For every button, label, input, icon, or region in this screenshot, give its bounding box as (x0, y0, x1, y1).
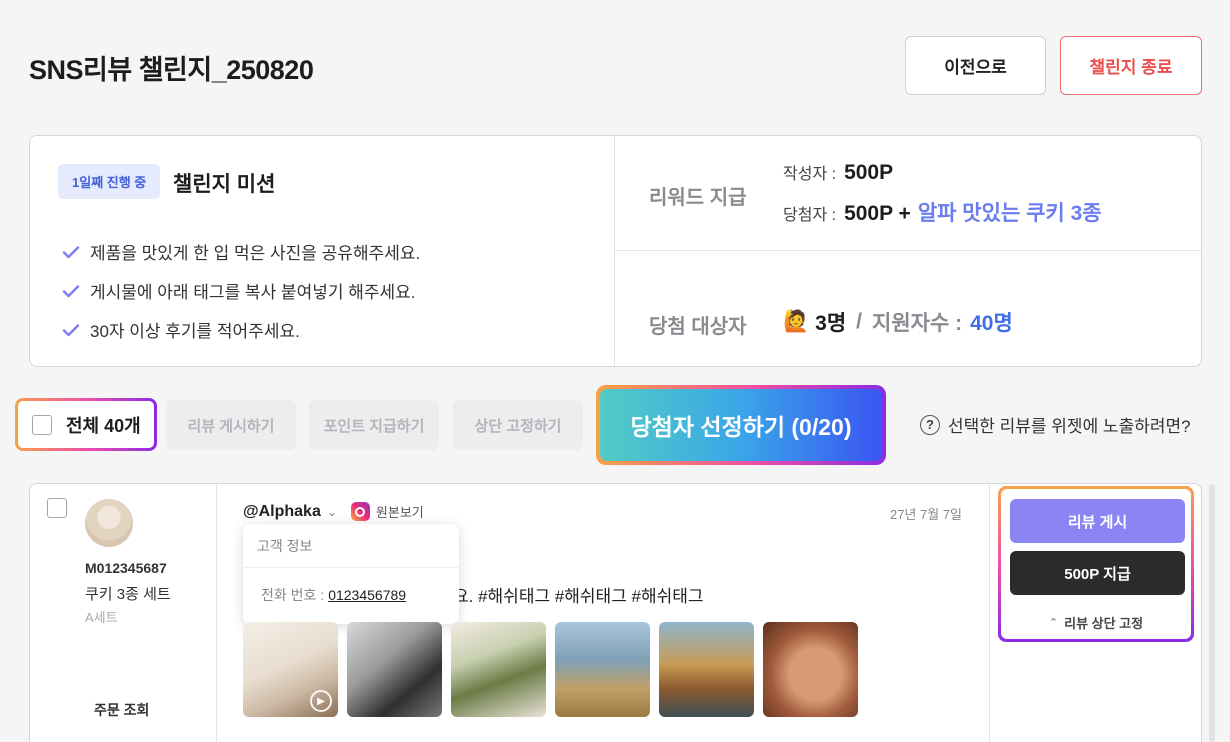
mission-section: 1일째 진행 중 챌린지 미션 제품을 맛있게 한 입 먹은 사진을 공유해주세… (30, 136, 615, 366)
winners-row: 당첨 대상자 🙋 3명 / 지원자수 : 40명 (615, 251, 1201, 366)
mission-item: 30자 이상 후기를 적어주세요. (62, 310, 420, 349)
phone-row: 전화 번호 : 0123456789 (243, 568, 459, 622)
play-icon: ▶ (310, 690, 332, 712)
pay-points-review-button[interactable]: 500P 지급 (1010, 551, 1185, 595)
review-date: 27년 7월 7일 (889, 507, 962, 522)
instagram-icon (350, 502, 370, 521)
review-author[interactable]: @Alphaka ⌄ 원본보기 (243, 502, 424, 521)
reward-row: 리워드 지급 작성자 : 500P 당첨자 : 500P + 알파 맛있는 쿠키… (615, 136, 1201, 251)
pin-top-button[interactable]: 상단 고정하기 (453, 400, 583, 450)
review-photos: ▶ (243, 622, 858, 717)
writer-reward: 작성자 : 500P (783, 160, 893, 185)
order-info: M012345687 쿠키 3종 세트 A세트 주문 조회 (30, 484, 217, 742)
writer-reward-value: 500P (844, 161, 894, 184)
scrollbar[interactable] (1209, 484, 1215, 742)
chevron-down-icon[interactable]: ⌄ (327, 505, 337, 519)
winner-reward-key: 당첨자 : (783, 207, 837, 224)
check-icon (62, 282, 80, 300)
avatar (85, 499, 133, 547)
mission-title: 챌린지 미션 (173, 173, 276, 196)
winner-count: 3명 (815, 312, 847, 335)
review-text: 요. #해쉬태그 #해쉬태그 #해쉬태그 (453, 587, 704, 606)
pay-points-button[interactable]: 포인트 지급하기 (309, 400, 439, 450)
reward-label: 리워드 지급 (649, 187, 747, 209)
select-all-checkbox[interactable] (32, 414, 52, 435)
mission-list: 제품을 맛있게 한 입 먹은 사진을 공유해주세요. 게시물에 아래 태그를 복… (62, 232, 420, 349)
mission-card: 1일째 진행 중 챌린지 미션 제품을 맛있게 한 입 먹은 사진을 공유해주세… (29, 135, 1202, 367)
phone-number[interactable]: 0123456789 (328, 587, 406, 603)
photo-thumbnail[interactable] (763, 622, 858, 717)
review-actions: 리뷰 게시 500P 지급 ⌃ 리뷰 상단 고정 (989, 484, 1201, 742)
widget-help-text: 선택한 리뷰를 위젯에 노출하려면? (948, 417, 1191, 436)
winner-reward-value: 500P + (844, 202, 911, 225)
pin-review-button[interactable]: ⌃ 리뷰 상단 고정 (1001, 613, 1191, 632)
winners-label: 당첨 대상자 (649, 316, 747, 338)
order-id: M012345687 (85, 560, 167, 576)
review-checkbox[interactable] (47, 498, 67, 518)
pin-review-label: 리뷰 상단 고정 (1064, 616, 1144, 631)
post-review-button[interactable]: 리뷰 게시 (1010, 499, 1185, 543)
applicant-count: 40명 (970, 312, 1013, 335)
double-chevron-up-icon: ⌃ (1048, 617, 1059, 629)
view-original-link[interactable]: 원본보기 (376, 502, 424, 521)
applicants-label: 지원자수 : (872, 312, 963, 335)
end-challenge-button[interactable]: 챌린지 종료 (1060, 36, 1202, 95)
pick-winners-button[interactable]: 당첨자 선정하기 (0/20) (600, 389, 882, 461)
winners-summary: 🙋 3명 / 지원자수 : 40명 (783, 307, 1013, 337)
select-all-control[interactable]: 전체 40개 (15, 398, 157, 451)
mission-item-text: 게시물에 아래 태그를 복사 붙여넣기 해주세요. (90, 283, 416, 302)
order-lookup-link[interactable]: 주문 조회 (94, 700, 149, 720)
page-title: SNS리뷰 챌린지_250820 (29, 55, 314, 85)
review-content: @Alphaka ⌄ 원본보기 27년 7월 7일 요. #해쉬태그 #해쉬태그… (217, 484, 989, 742)
popover-title: 고객 정보 (243, 524, 459, 568)
widget-help-link[interactable]: ? 선택한 리뷰를 위젯에 노출하려면? (920, 412, 1191, 437)
question-icon: ? (920, 414, 940, 435)
product-name: 쿠키 3종 세트 (85, 586, 171, 603)
photo-thumbnail[interactable] (451, 622, 546, 717)
raising-hand-icon: 🙋 (783, 310, 810, 333)
separator: / (856, 310, 862, 333)
phone-label: 전화 번호 : (261, 587, 325, 603)
winner-reward-gift: 알파 맛있는 쿠키 3종 (917, 202, 1102, 225)
pick-winners-button-frame[interactable]: 당첨자 선정하기 (0/20) (596, 385, 886, 465)
mission-item-text: 30자 이상 후기를 적어주세요. (90, 322, 300, 341)
back-button[interactable]: 이전으로 (905, 36, 1046, 95)
photo-thumbnail[interactable] (555, 622, 650, 717)
challenge-page: SNS리뷰 챌린지_250820 이전으로 챌린지 종료 1일째 진행 중 챌린… (0, 0, 1230, 742)
customer-info-popover: 고객 정보 전화 번호 : 0123456789 (243, 524, 459, 624)
photo-thumbnail[interactable] (347, 622, 442, 717)
reward-section: 리워드 지급 작성자 : 500P 당첨자 : 500P + 알파 맛있는 쿠키… (615, 136, 1201, 366)
product-option: A세트 (85, 610, 118, 625)
photo-thumbnail[interactable] (659, 622, 754, 717)
review-actions-frame: 리뷰 게시 500P 지급 ⌃ 리뷰 상단 고정 (998, 486, 1194, 642)
photo-thumbnail[interactable]: ▶ (243, 622, 338, 717)
mission-item: 게시물에 아래 태그를 복사 붙여넣기 해주세요. (62, 271, 420, 310)
post-reviews-button[interactable]: 리뷰 게시하기 (166, 400, 296, 450)
mission-item: 제품을 맛있게 한 입 먹은 사진을 공유해주세요. (62, 232, 420, 271)
progress-badge: 1일째 진행 중 (58, 164, 161, 199)
check-icon (62, 321, 80, 339)
writer-reward-key: 작성자 : (783, 166, 837, 183)
author-handle[interactable]: @Alphaka (243, 503, 321, 521)
winner-reward: 당첨자 : 500P + 알파 맛있는 쿠키 3종 (783, 197, 1102, 227)
mission-item-text: 제품을 맛있게 한 입 먹은 사진을 공유해주세요. (90, 244, 421, 263)
review-row: M012345687 쿠키 3종 세트 A세트 주문 조회 @Alphaka ⌄… (29, 483, 1202, 742)
check-icon (62, 243, 80, 261)
select-all-label: 전체 40개 (66, 415, 141, 436)
